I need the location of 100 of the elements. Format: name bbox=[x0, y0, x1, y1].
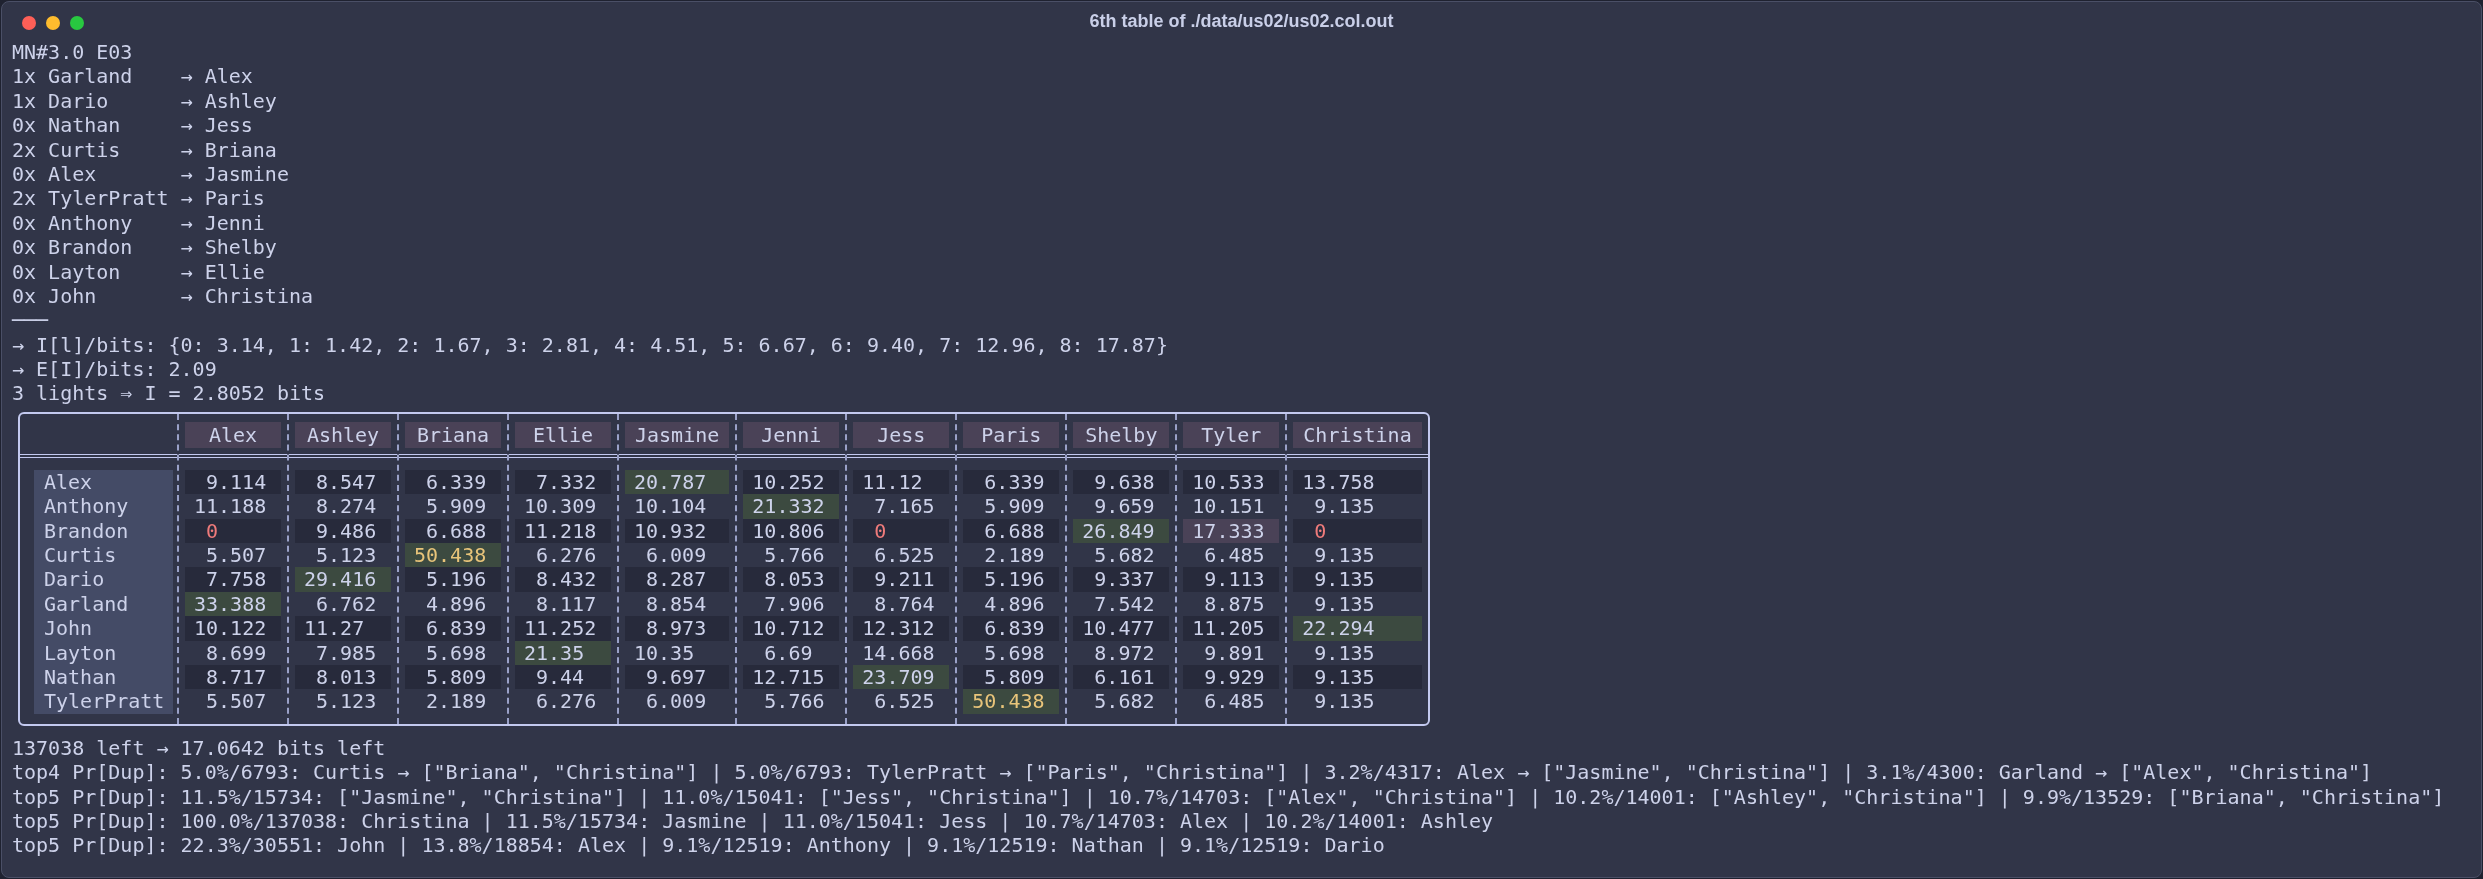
table-cell-text: 5.123 bbox=[315, 689, 378, 714]
table-cell: 9.638 bbox=[1073, 469, 1170, 495]
table-cell: 10.932 bbox=[625, 518, 730, 544]
table-cell: 9.697 bbox=[625, 665, 730, 690]
summary-line: top5 Pr[Dup]: 11.5%/15734: ["Jasmine", "Christina"] | 11.0%/15041: ["Jess", "Christina"] | 10.7%/14703: ["Alex", "Christina"] | 10.2%/14001: ["Ashley", "Christina"] | 9.9%/13529: ["Briana", "Christina"] bbox=[12, 784, 2446, 809]
table-cell-text: 5.682 bbox=[1093, 543, 1156, 568]
output-line: 0x Alex → Jasmine bbox=[12, 161, 290, 187]
table-cell: 21.35 bbox=[515, 640, 611, 665]
table-cell-text: 6.276 bbox=[535, 543, 598, 568]
table-cell-text: 8.854 bbox=[645, 591, 708, 617]
table-cell: 9.929 bbox=[1183, 665, 1280, 690]
table-cell: 9.44 bbox=[515, 665, 611, 690]
table-cell-text: 9.135 bbox=[1313, 591, 1376, 617]
table-cell: 50.438 bbox=[405, 543, 501, 568]
table-cell: 0 bbox=[185, 518, 281, 544]
table-cell-text: 2.189 bbox=[983, 543, 1046, 568]
table-cell: 11.205 bbox=[1183, 616, 1280, 641]
table-cell-text: 7.165 bbox=[873, 494, 936, 519]
table-cell: 9.135 bbox=[1293, 665, 1422, 690]
table-cell-text: 6.525 bbox=[873, 543, 936, 568]
table-cell: 10.712 bbox=[743, 616, 840, 641]
row-label: Anthony bbox=[44, 494, 130, 519]
table-cell: 11.27 bbox=[295, 616, 391, 641]
column-header: Briana bbox=[405, 421, 501, 448]
table-cell-text: 9.135 bbox=[1313, 689, 1376, 714]
minimize-icon[interactable] bbox=[46, 16, 60, 30]
table-cell: 8.973 bbox=[625, 616, 730, 641]
column-header: Christina bbox=[1293, 421, 1422, 448]
output-line: 3 lights ⇒ I = 2.8052 bits bbox=[12, 381, 327, 406]
table-cell: 10.252 bbox=[743, 469, 840, 495]
table-cell-text: 8.699 bbox=[205, 640, 268, 665]
table-cell-text: 9.135 bbox=[1313, 543, 1376, 568]
output-line: → I[l]/bits: {0: 3.14, 1: 1.42, 2: 1.67, 3: 2.81, 4: 4.51, 5: 6.67, 6: 9.40, 7: 12.96, 8: 17.87} bbox=[12, 332, 1169, 358]
table-cell: 10.122 bbox=[185, 616, 281, 641]
maximize-icon[interactable] bbox=[70, 16, 84, 30]
output-line: → E[I]/bits: 2.09 bbox=[12, 357, 218, 382]
table-cell-text: 14.668 bbox=[861, 640, 936, 665]
table-cell: 9.211 bbox=[853, 567, 950, 592]
table-cell: 17.333 bbox=[1183, 518, 1280, 544]
table-cell: 6.339 bbox=[963, 469, 1060, 495]
table-cell-text: 6.762 bbox=[315, 591, 378, 617]
row-label: Dario bbox=[44, 567, 106, 592]
table-cell: 8.717 bbox=[185, 665, 281, 690]
output-line: MN#3.0 E03 bbox=[12, 40, 134, 65]
table-cell: 5.809 bbox=[405, 665, 501, 690]
table-cell-text: 7.542 bbox=[1093, 591, 1156, 617]
table-cell-text: 5.698 bbox=[425, 640, 488, 665]
table-cell: 22.294 bbox=[1293, 616, 1422, 641]
column-header: Alex bbox=[185, 421, 281, 448]
table-cell-text: 6.485 bbox=[1203, 689, 1266, 714]
output-line: 0x Brandon → Shelby bbox=[12, 235, 278, 260]
table-cell-text: 5.123 bbox=[315, 543, 378, 568]
summary-line: 137038 left → 17.0642 bits left bbox=[12, 735, 387, 761]
table-cell: 20.787 bbox=[625, 469, 730, 495]
table-cell: 9.135 bbox=[1293, 567, 1422, 592]
column-header: Jasmine bbox=[625, 421, 730, 448]
summary-line: top4 Pr[Dup]: 5.0%/6793: Curtis → ["Briana", "Christina"] | 5.0%/6793: TylerPratt → ["Paris", "Christina"] | 3.2%/4317: Alex → ["Jasmine", "Christina"] | 3.1%/4300: Garland → ["Alex", "Christina"] bbox=[12, 760, 2374, 785]
table-cell: 21.332 bbox=[743, 494, 840, 519]
table-cell: 12.715 bbox=[743, 665, 840, 690]
table-cell: 9.337 bbox=[1073, 567, 1170, 592]
table-cell-text: 7.985 bbox=[315, 640, 378, 665]
table-cell-text: 8.117 bbox=[535, 591, 598, 617]
summary-line: top5 Pr[Dup]: 22.3%/30551: John | 13.8%/18854: Alex | 9.1%/12519: Anthony | 9.1%/12519: Nathan | 9.1%/12519: Dario bbox=[12, 833, 1386, 858]
column-header: Ellie bbox=[515, 421, 611, 448]
table-cell: 5.196 bbox=[963, 567, 1060, 592]
table-cell-text: 10.104 bbox=[633, 494, 708, 519]
table-cell: 6.161 bbox=[1073, 665, 1170, 690]
output-line: 0x Nathan → Jess bbox=[12, 113, 254, 138]
table-cell: 6.688 bbox=[405, 518, 501, 544]
table-cell-text: 5.909 bbox=[983, 494, 1046, 519]
table-cell-text: 6.485 bbox=[1203, 543, 1266, 568]
output-line: ─── bbox=[12, 308, 50, 333]
table-cell-text: 10.151 bbox=[1191, 494, 1266, 519]
summary-line: top5 Pr[Dup]: 100.0%/137038: Christina | 11.5%/15734: Jasmine | 11.0%/15041: Jess | 10.7%/14703: Alex | 10.2%/14001: Ashley bbox=[12, 808, 1495, 834]
row-label: Curtis bbox=[44, 543, 118, 568]
column-header: Jess bbox=[853, 421, 950, 448]
table-cell-text: 8.764 bbox=[873, 591, 936, 617]
output-line: 0x Anthony → Jenni bbox=[12, 210, 266, 236]
table-cell: 10.806 bbox=[743, 518, 840, 544]
table-cell-text: 11.188 bbox=[193, 494, 268, 519]
table-cell: 8.432 bbox=[515, 567, 611, 592]
table-cell: 12.312 bbox=[853, 616, 950, 641]
table-cell-text: 7.906 bbox=[763, 591, 826, 617]
column-header: Ashley bbox=[295, 421, 391, 448]
table-cell-text: 5.909 bbox=[425, 494, 488, 519]
column-header: Paris bbox=[963, 421, 1060, 448]
table-cell: 6.839 bbox=[963, 616, 1060, 641]
table-cell: 11.218 bbox=[515, 518, 611, 544]
table-cell-text: 8.274 bbox=[315, 494, 378, 519]
column-header: Tyler bbox=[1183, 421, 1280, 448]
table-cell-text: 5.766 bbox=[763, 543, 826, 568]
column-header: Jenni bbox=[743, 421, 840, 448]
table-cell-text: 5.766 bbox=[763, 689, 826, 714]
table-cell: 9.113 bbox=[1183, 567, 1280, 592]
close-icon[interactable] bbox=[22, 16, 36, 30]
row-label: John bbox=[44, 616, 94, 641]
table-cell-text: 6.276 bbox=[535, 689, 598, 714]
table-cell: 8.547 bbox=[295, 469, 391, 495]
table-cell-text: 6.69 bbox=[763, 640, 814, 665]
table-cell: 0 bbox=[1293, 518, 1422, 544]
